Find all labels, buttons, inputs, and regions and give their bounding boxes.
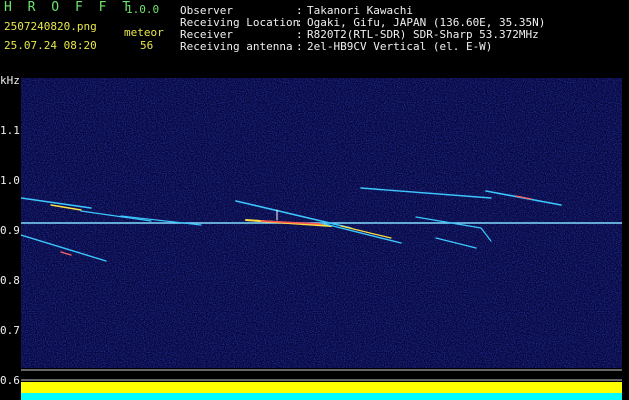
freq-tick: 1.0 — [0, 174, 20, 187]
freq-tick: 0.9 — [0, 224, 20, 237]
freq-tick: 0.8 — [0, 274, 20, 287]
app-name: H R O F F T — [4, 0, 135, 15]
freq-tick: 0.6 — [0, 374, 20, 387]
info-sep: : — [296, 40, 303, 53]
spectrogram — [21, 78, 622, 400]
signal-level-base — [21, 393, 622, 400]
app-version: 1.0.0 — [126, 3, 160, 16]
file-datetime: 25.07.24 08:20 — [4, 39, 97, 52]
meteor-label: meteor — [124, 26, 164, 39]
freq-unit-label: kHz — [0, 74, 20, 87]
file-name: 2507240820.png — [4, 20, 97, 33]
freq-tick: 1.1 — [0, 124, 20, 137]
info-value-antenna: 2el-HB9CV Vertical (el. E-W) — [307, 40, 493, 53]
freq-tick: 0.7 — [0, 324, 20, 337]
meteor-count: 56 — [140, 39, 154, 52]
info-key-antenna: Receiving antenna — [180, 40, 293, 53]
